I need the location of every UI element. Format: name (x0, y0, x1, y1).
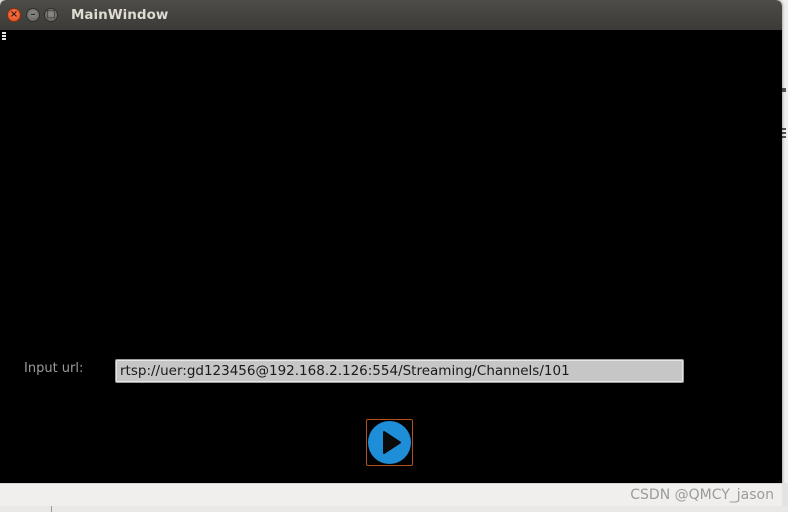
desktop-divider (51, 506, 52, 512)
play-button[interactable] (366, 419, 413, 466)
url-label: Input url: (24, 361, 84, 376)
title-bar[interactable]: × – □ MainWindow (0, 0, 782, 30)
watermark-text: CSDN @QMCY_jason (630, 487, 774, 503)
url-input[interactable] (115, 359, 684, 383)
maximize-icon[interactable]: □ (44, 8, 58, 22)
minimize-icon[interactable]: – (26, 8, 40, 22)
play-icon (368, 421, 411, 464)
desktop-lower-strip (0, 506, 788, 512)
main-window: × – □ MainWindow Input url: (0, 0, 782, 506)
window-title: MainWindow (71, 7, 169, 23)
video-display (0, 40, 782, 345)
menu-grip-icon[interactable] (2, 32, 6, 40)
close-icon[interactable]: × (7, 8, 21, 22)
